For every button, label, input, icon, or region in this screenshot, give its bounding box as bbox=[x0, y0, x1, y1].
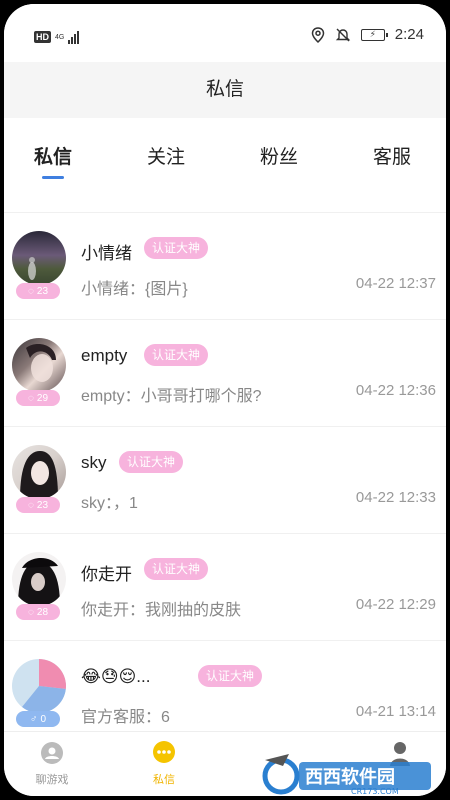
screen: HD 4G ⚡ 2:24 私信 私信 关注 粉丝 客服 ◌ 23 小情绪 认证大… bbox=[4, 4, 446, 796]
contact-name: empty bbox=[81, 346, 128, 365]
message-time: 04-21 13:14 bbox=[355, 703, 436, 720]
message-time: 04-22 12:33 bbox=[355, 489, 436, 506]
message-preview: sky：，1 bbox=[81, 495, 138, 512]
chat-bubble-icon: ◌ bbox=[27, 392, 34, 404]
status-left: HD 4G bbox=[34, 30, 80, 44]
avatar[interactable] bbox=[12, 659, 66, 713]
male-icon: ♂ bbox=[29, 713, 38, 725]
contact-name: sky bbox=[81, 453, 107, 472]
message-row[interactable]: ◌ 28 你走开 认证大神 你走开：我刚抽的皮肤 04-22 12:29 bbox=[4, 534, 446, 641]
contact-name: 😂😓😌... bbox=[81, 667, 151, 686]
avatar[interactable] bbox=[12, 445, 66, 499]
chat-count: 23 bbox=[36, 499, 49, 511]
group-chat-icon bbox=[41, 742, 63, 764]
message-preview: empty：小哥哥打哪个服? bbox=[81, 388, 262, 405]
chat-count-badge: ◌ 23 bbox=[16, 497, 60, 513]
chat-count: 0 bbox=[40, 713, 47, 725]
page-title: 私信 bbox=[4, 62, 446, 118]
message-preview: 你走开：我刚抽的皮肤 bbox=[81, 602, 242, 619]
chat-count-badge: ◌ 29 bbox=[16, 390, 60, 406]
nav-messages[interactable]: 私信 bbox=[134, 740, 194, 787]
chat-count: 29 bbox=[36, 392, 49, 404]
message-time: 04-22 12:29 bbox=[355, 596, 436, 613]
status-right: ⚡ 2:24 bbox=[311, 26, 424, 43]
avatar[interactable] bbox=[12, 231, 66, 285]
contact-name: 你走开 bbox=[81, 565, 132, 584]
message-list: ◌ 23 小情绪 认证大神 小情绪：{图片} 04-22 12:37 ◌ 29 … bbox=[4, 213, 446, 748]
message-bubble-icon bbox=[153, 741, 175, 763]
message-preview: 官方客服：6 bbox=[81, 709, 170, 726]
nav-label: 私信 bbox=[153, 774, 175, 786]
active-tab-indicator bbox=[42, 176, 64, 179]
avatar[interactable] bbox=[12, 552, 66, 606]
tab-following[interactable]: 关注 bbox=[147, 142, 185, 169]
nav-chat-game[interactable]: 聊游戏 bbox=[22, 740, 82, 787]
chat-count: 23 bbox=[36, 285, 49, 297]
message-row[interactable]: ◌ 23 小情绪 认证大神 小情绪：{图片} 04-22 12:37 bbox=[4, 213, 446, 320]
verified-badge: 认证大神 bbox=[198, 665, 263, 687]
tab-fans[interactable]: 粉丝 bbox=[260, 142, 298, 169]
message-time: 04-22 12:36 bbox=[355, 382, 436, 399]
verified-badge: 认证大神 bbox=[119, 451, 184, 473]
status-bar: HD 4G ⚡ 2:24 bbox=[4, 4, 446, 62]
chat-bubble-icon: ◌ bbox=[27, 285, 34, 297]
signal-icon bbox=[68, 30, 80, 44]
phone-frame: HD 4G ⚡ 2:24 私信 私信 关注 粉丝 客服 ◌ 23 小情绪 认证大… bbox=[0, 0, 450, 800]
location-icon bbox=[311, 26, 325, 43]
nav-label: 聊游戏 bbox=[35, 774, 69, 786]
chat-bubble-icon: ◌ bbox=[27, 606, 34, 618]
chat-count-badge: ♂ 0 bbox=[16, 711, 60, 727]
network-label: 4G bbox=[55, 33, 65, 41]
message-preview: 小情绪：{图片} bbox=[81, 281, 188, 298]
network-indicator: 4G bbox=[55, 34, 64, 41]
chat-count-badge: ◌ 23 bbox=[16, 283, 60, 299]
status-time: 2:24 bbox=[394, 26, 424, 43]
verified-badge: 认证大神 bbox=[144, 558, 209, 580]
watermark-logo: 西西软件园 CR173.COM bbox=[259, 752, 439, 796]
svg-text:CR173.COM: CR173.COM bbox=[351, 787, 399, 796]
verified-badge: 认证大神 bbox=[144, 344, 209, 366]
svg-text:西西软件园: 西西软件园 bbox=[305, 766, 395, 788]
verified-badge: 认证大神 bbox=[144, 237, 209, 259]
chat-count-badge: ◌ 28 bbox=[16, 604, 60, 620]
hd-indicator: HD bbox=[34, 31, 51, 43]
battery-icon: ⚡ bbox=[360, 28, 388, 41]
avatar[interactable] bbox=[12, 338, 66, 392]
tab-customer-service[interactable]: 客服 bbox=[373, 142, 411, 169]
contact-name: 小情绪 bbox=[81, 244, 132, 263]
message-row[interactable]: ◌ 29 empty 认证大神 empty：小哥哥打哪个服? 04-22 12:… bbox=[4, 320, 446, 427]
tab-bar: 私信 关注 粉丝 客服 bbox=[4, 118, 446, 213]
chat-count: 28 bbox=[36, 606, 49, 618]
message-row[interactable]: ◌ 23 sky 认证大神 sky：，1 04-22 12:33 bbox=[4, 427, 446, 534]
message-time: 04-22 12:37 bbox=[355, 275, 436, 292]
mute-bell-icon bbox=[335, 28, 350, 41]
chat-bubble-icon: ◌ bbox=[27, 499, 34, 511]
tab-messages[interactable]: 私信 bbox=[34, 142, 72, 169]
